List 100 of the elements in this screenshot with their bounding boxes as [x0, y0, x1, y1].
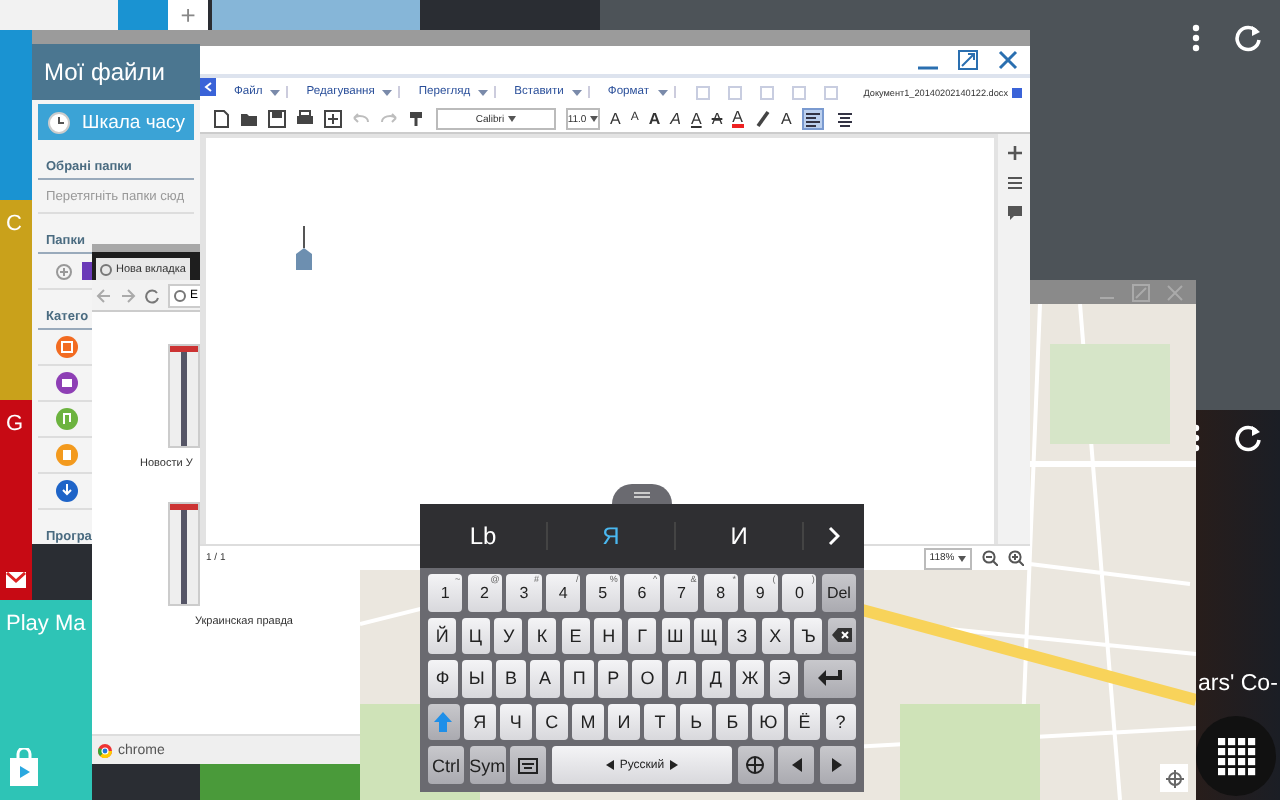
- key[interactable]: Х: [761, 617, 790, 655]
- suggestion[interactable]: Lb: [420, 522, 548, 550]
- list-icon[interactable]: [1007, 176, 1021, 190]
- key[interactable]: Т: [644, 703, 676, 741]
- key[interactable]: Н: [594, 617, 623, 655]
- key[interactable]: И: [608, 703, 640, 741]
- key[interactable]: Ь: [680, 703, 712, 741]
- underline-button[interactable]: A: [690, 110, 702, 128]
- keyboard-icon: [518, 757, 539, 774]
- key[interactable]: Е: [561, 617, 590, 655]
- caret-icon: [958, 555, 967, 561]
- key[interactable]: П: [564, 660, 594, 698]
- clear-format-button[interactable]: A: [781, 110, 792, 128]
- print-icon[interactable]: [296, 110, 314, 128]
- key[interactable]: А: [530, 660, 560, 698]
- key[interactable]: К: [527, 617, 557, 655]
- key[interactable]: В: [496, 660, 526, 698]
- app-tile[interactable]: G: [0, 400, 32, 600]
- fit-page-icon[interactable]: [324, 110, 342, 128]
- category-icon[interactable]: [56, 408, 78, 430]
- key[interactable]: Ч: [500, 703, 532, 741]
- key[interactable]: З: [727, 617, 757, 655]
- category-icon[interactable]: [56, 336, 78, 358]
- enter-key[interactable]: [803, 660, 857, 698]
- language-key[interactable]: [737, 746, 774, 784]
- align-left-button[interactable]: [801, 108, 824, 130]
- category-icon[interactable]: [56, 480, 78, 502]
- key[interactable]: Ф: [428, 660, 458, 698]
- italic-button[interactable]: A: [670, 110, 681, 128]
- key[interactable]: Sym: [469, 746, 506, 784]
- strikethrough-button[interactable]: A: [711, 110, 723, 128]
- add-icon[interactable]: [1007, 146, 1021, 160]
- comment-icon[interactable]: [1007, 206, 1021, 220]
- triangle-left-icon: [605, 760, 614, 771]
- key[interactable]: У: [494, 617, 523, 655]
- triangle-right-icon: [832, 758, 843, 773]
- align-center-button[interactable]: [833, 108, 856, 130]
- paint-roller-icon[interactable]: [408, 110, 426, 128]
- cursor-handle-icon: [294, 226, 314, 270]
- key[interactable]: М: [572, 703, 604, 741]
- caret-icon: [382, 89, 393, 95]
- category-icon[interactable]: [56, 372, 78, 394]
- refresh-icon[interactable]: [1234, 24, 1262, 52]
- chevron-right-icon[interactable]: [828, 526, 840, 546]
- key[interactable]: Ъ: [794, 617, 823, 655]
- key[interactable]: Ш: [661, 617, 690, 655]
- shift-key[interactable]: [428, 703, 460, 741]
- key[interactable]: О: [632, 660, 663, 698]
- zoom-out-icon[interactable]: [982, 550, 998, 566]
- new-tab-button[interactable]: +: [168, 0, 208, 30]
- chrome-logo-icon: [98, 743, 112, 757]
- reload-icon[interactable]: [144, 287, 160, 303]
- new-document-icon[interactable]: [212, 110, 230, 128]
- key[interactable]: Д: [701, 660, 731, 698]
- key[interactable]: Щ: [694, 617, 723, 655]
- key[interactable]: Л: [667, 660, 697, 698]
- suggestion[interactable]: И: [676, 522, 804, 550]
- highlighter-icon[interactable]: [753, 110, 772, 128]
- bold-button[interactable]: A: [648, 110, 661, 128]
- key[interactable]: С: [536, 703, 568, 741]
- keyboard-settings-key[interactable]: [510, 746, 547, 784]
- suggestion[interactable]: Я: [548, 522, 676, 550]
- maximize-icon[interactable]: [958, 50, 978, 70]
- close-icon[interactable]: [998, 50, 1018, 70]
- key[interactable]: Ctrl: [428, 746, 465, 784]
- key[interactable]: Й: [428, 617, 457, 655]
- my-location-button[interactable]: [1160, 764, 1188, 792]
- page-thumbnail[interactable]: [168, 502, 200, 606]
- key[interactable]: Ц: [461, 617, 490, 655]
- folder-icon[interactable]: [240, 110, 258, 128]
- app-tile[interactable]: [0, 30, 32, 200]
- key[interactable]: Ы: [462, 660, 492, 698]
- caret-icon: [270, 89, 281, 95]
- backspace-icon: [831, 628, 852, 643]
- key[interactable]: Del: [821, 574, 857, 612]
- key[interactable]: Г: [627, 617, 657, 655]
- zoom-in-icon[interactable]: [1008, 550, 1024, 566]
- key[interactable]: Ж: [735, 660, 765, 698]
- globe-icon: [100, 263, 112, 275]
- font-color-button[interactable]: A: [732, 110, 744, 128]
- page-thumbnail[interactable]: [168, 344, 200, 448]
- key[interactable]: Ю: [752, 703, 784, 741]
- key[interactable]: Я: [464, 703, 496, 741]
- edit-icon[interactable]: [1012, 87, 1022, 97]
- key[interactable]: Э: [769, 660, 799, 698]
- more-options-icon[interactable]: [1192, 24, 1200, 52]
- cursor-left-key[interactable]: [778, 746, 815, 784]
- tile-label: C: [6, 212, 22, 236]
- key[interactable]: ?: [825, 703, 857, 741]
- save-icon[interactable]: [268, 110, 286, 128]
- collapse-button[interactable]: [200, 78, 216, 96]
- caret-icon: [657, 89, 667, 95]
- triangle-right-icon: [670, 760, 679, 771]
- backspace-key[interactable]: [827, 617, 857, 655]
- cursor-right-key[interactable]: [819, 746, 857, 784]
- grow-font-button[interactable]: A: [610, 110, 621, 128]
- key[interactable]: Р: [598, 660, 628, 698]
- refresh-icon[interactable]: [1234, 424, 1262, 452]
- key[interactable]: Б: [716, 703, 748, 741]
- key[interactable]: Ё: [788, 703, 821, 741]
